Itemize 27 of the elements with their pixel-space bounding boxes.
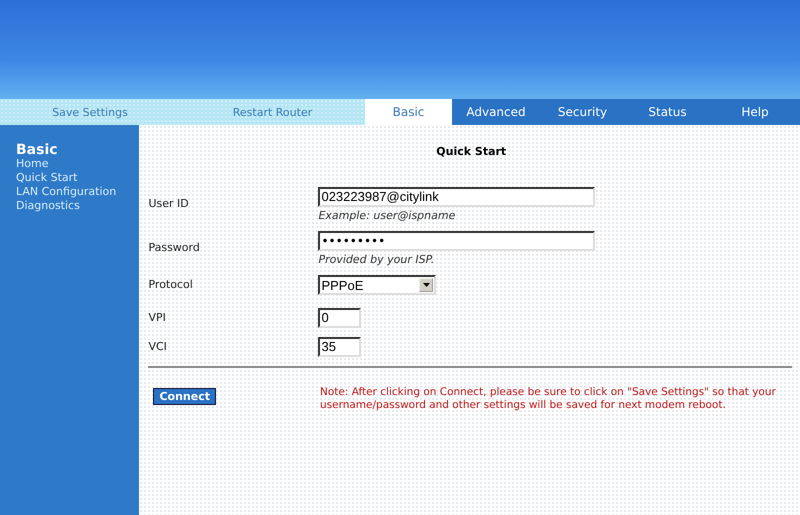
nav-tab[interactable]: Status bbox=[625, 99, 710, 125]
toolbar-link[interactable]: Save Settings bbox=[0, 99, 180, 125]
input-field[interactable]: 35 bbox=[318, 337, 362, 357]
connect-button[interactable]: Connect bbox=[153, 388, 216, 405]
input-field[interactable]: 023223987@citylink bbox=[318, 187, 596, 207]
note-text: Note: After clicking on Connect, please be sure to click on "Save Settings" so that your username/password and other settings will be saved for next modem reboot. bbox=[320, 386, 777, 412]
toolbar-link[interactable]: Restart Router bbox=[180, 99, 365, 125]
sidebar-item[interactable]: LAN Configuration bbox=[16, 185, 140, 199]
field-label: VPI bbox=[148, 310, 167, 326]
field-hint: Provided by your ISP. bbox=[318, 253, 436, 266]
field-label: Password bbox=[148, 240, 201, 256]
page-title: Quick Start bbox=[435, 145, 508, 158]
input-field[interactable]: 0 bbox=[318, 308, 362, 328]
nav-tab[interactable]: Security bbox=[540, 99, 625, 125]
protocol-dropdown[interactable]: PPPoE bbox=[318, 275, 436, 295]
field-hint: Example: user@ispname bbox=[318, 209, 456, 222]
sidebar-item[interactable]: Home bbox=[16, 157, 140, 171]
field-label: User ID bbox=[148, 196, 190, 212]
nav-tab[interactable]: Advanced bbox=[452, 99, 540, 125]
field-label: Protocol bbox=[148, 277, 194, 293]
field-label: VCI bbox=[148, 339, 168, 355]
nav-tab[interactable]: Basic bbox=[365, 99, 452, 125]
input-field[interactable]: ••••••••• bbox=[318, 231, 596, 251]
sidebar-title: Basic bbox=[16, 143, 59, 157]
sidebar-item[interactable]: Diagnostics bbox=[16, 199, 140, 213]
nav-tab[interactable]: Help bbox=[710, 99, 800, 125]
sidebar-item[interactable]: Quick Start bbox=[16, 171, 140, 185]
